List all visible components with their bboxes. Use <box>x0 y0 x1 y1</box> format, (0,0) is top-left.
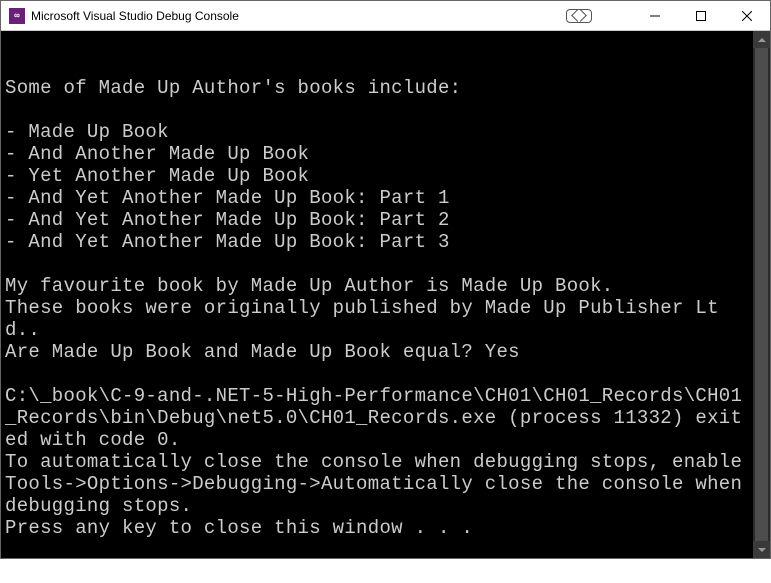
window-title: Microsoft Visual Studio Debug Console <box>31 9 239 23</box>
close-button[interactable] <box>724 1 770 30</box>
scroll-down-button[interactable] <box>753 541 770 558</box>
app-icon: ∞ <box>9 8 25 24</box>
console-output[interactable]: Some of Made Up Author's books include: … <box>1 31 770 558</box>
maximize-button[interactable] <box>678 1 724 30</box>
grip-icon <box>566 9 592 23</box>
scrollbar-thumb[interactable] <box>755 48 768 541</box>
minimize-button[interactable] <box>632 1 678 30</box>
titlebar[interactable]: ∞ Microsoft Visual Studio Debug Console <box>1 1 770 31</box>
scroll-up-button[interactable] <box>753 31 770 48</box>
vertical-scrollbar[interactable] <box>753 31 770 558</box>
